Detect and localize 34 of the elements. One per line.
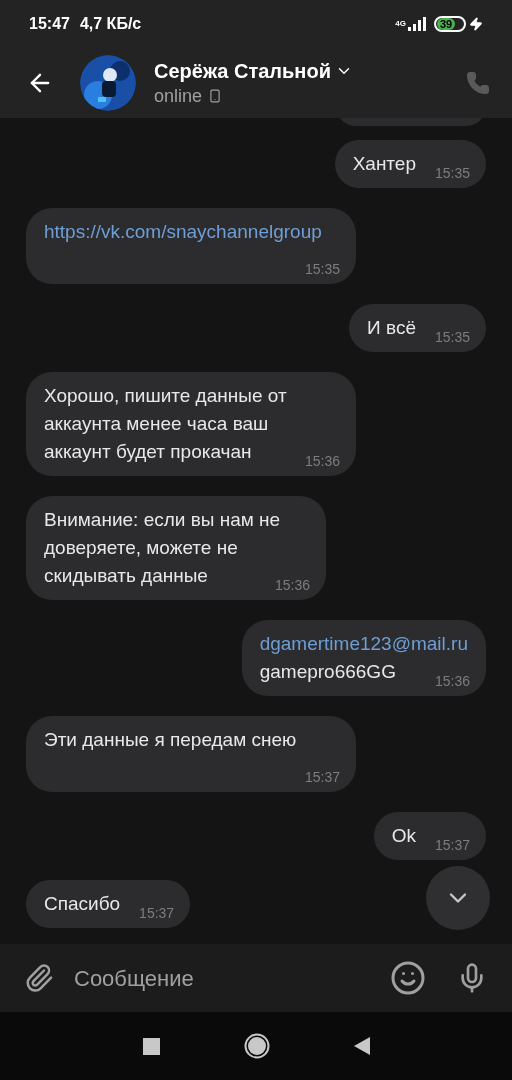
message-link[interactable]: dgamertime123@mail.ru: [259, 633, 468, 654]
contact-status: online: [154, 85, 203, 108]
attach-button[interactable]: [24, 963, 54, 993]
message-text: gamepro666GG: [259, 661, 396, 682]
message-time: 15:37: [434, 836, 470, 854]
message-bar[interactable]: Сообщение: [0, 944, 512, 1012]
avatar: [80, 55, 136, 111]
recents-icon[interactable]: [142, 1037, 160, 1055]
status-time: 15:47: [29, 14, 70, 34]
phone-icon: [208, 89, 223, 103]
emoji-button[interactable]: [390, 960, 426, 996]
back-icon[interactable]: [353, 1037, 370, 1055]
message-text: Ok: [391, 825, 416, 846]
battery-indicator: 39: [434, 16, 466, 32]
message-time: 15:37: [139, 904, 175, 922]
network-speed: 4,7 КБ/с: [79, 14, 142, 34]
message-time: 15:36: [434, 672, 470, 690]
message-time: 15:36: [304, 452, 340, 470]
message-text: Хантер: [352, 153, 416, 174]
contact-name: Серёжа Стальной: [154, 59, 331, 84]
message-time: 15:35: [304, 260, 340, 278]
message-time: 15:35: [434, 328, 470, 346]
message-text: Хорошо, пишите данные от аккаунта менее часа ваш аккаунт будет прокачан: [44, 385, 287, 462]
home-icon[interactable]: [243, 1033, 270, 1059]
message-time: 15:35: [434, 164, 470, 182]
signal-icon: [408, 17, 426, 31]
message-link[interactable]: https://vk.com/snaychannelgroup: [44, 221, 322, 242]
message-text: Спасибо: [44, 893, 121, 914]
charging-icon: [469, 17, 483, 31]
message-text: И всё: [367, 317, 416, 338]
network-type: 4G: [395, 20, 406, 28]
message-time: 15:37: [304, 768, 340, 786]
message-field[interactable]: Сообщение: [74, 961, 382, 995]
message-text: Эти данные я передам снею: [44, 729, 297, 750]
